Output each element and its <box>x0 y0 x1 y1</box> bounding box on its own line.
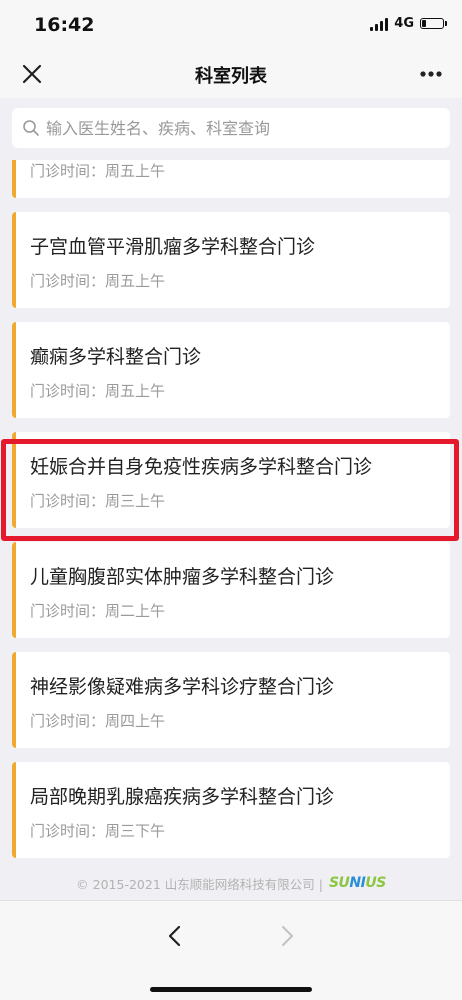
department-name: 神经影像疑难病多学科诊疗整合门诊 <box>30 676 335 698</box>
status-time: 16:42 <box>34 14 95 36</box>
department-name: 妊娠合并自身免疫性疾病多学科整合门诊 <box>30 456 373 478</box>
signal-icon <box>370 17 389 31</box>
chevron-left-icon[interactable] <box>160 921 190 951</box>
home-indicator <box>150 987 312 992</box>
clinic-time: 门诊时间：周五上午 <box>30 162 166 180</box>
footer: © 2015-2021 山东顺能网络科技有限公司 | SUNIUS <box>0 868 462 898</box>
department-card[interactable]: 门诊时间：周五上午 <box>12 160 450 198</box>
more-icon[interactable] <box>416 60 446 88</box>
network-type: 4G <box>394 16 414 31</box>
sunius-logo: SUNIUS <box>328 875 386 891</box>
clinic-time: 门诊时间：周五上午 <box>30 382 166 400</box>
department-list[interactable]: 门诊时间：周五上午 子宫血管平滑肌瘤多学科整合门诊 门诊时间：周五上午 癫痫多学… <box>0 160 462 865</box>
department-card[interactable]: 子宫血管平滑肌瘤多学科整合门诊 门诊时间：周五上午 <box>12 212 450 308</box>
nav-bar: 科室列表 <box>0 50 462 98</box>
clinic-time: 门诊时间：周三下午 <box>30 822 166 840</box>
clinic-time: 门诊时间：周四上午 <box>30 712 166 730</box>
clinic-time: 门诊时间：周三上午 <box>30 492 166 510</box>
search-input[interactable] <box>46 118 450 138</box>
copyright-text: © 2015-2021 山东顺能网络科技有限公司 | <box>76 876 323 892</box>
clinic-time: 门诊时间：周二上午 <box>30 602 166 620</box>
battery-level <box>422 20 426 27</box>
status-indicators: 4G <box>370 16 447 31</box>
search-bar <box>0 98 462 160</box>
battery-icon <box>420 18 447 29</box>
department-card[interactable]: 妊娠合并自身免疫性疾病多学科整合门诊 门诊时间：周三上午 <box>12 432 450 528</box>
page-title: 科室列表 <box>195 66 267 87</box>
clinic-time: 门诊时间：周五上午 <box>30 272 166 290</box>
search-box[interactable] <box>12 108 450 148</box>
department-name: 局部晚期乳腺癌疾病多学科整合门诊 <box>30 786 335 808</box>
department-name: 癫痫多学科整合门诊 <box>30 346 202 368</box>
department-card[interactable]: 癫痫多学科整合门诊 门诊时间：周五上午 <box>12 322 450 418</box>
search-icon <box>23 120 39 136</box>
department-card[interactable]: 局部晚期乳腺癌疾病多学科整合门诊 门诊时间：周三下午 <box>12 762 450 858</box>
department-name: 儿童胸腹部实体肿瘤多学科整合门诊 <box>30 566 335 588</box>
chevron-right-icon[interactable] <box>272 921 302 951</box>
browser-toolbar <box>0 900 462 1000</box>
status-bar: 16:42 4G <box>0 0 462 50</box>
department-list-content: 门诊时间：周五上午 子宫血管平滑肌瘤多学科整合门诊 门诊时间：周五上午 癫痫多学… <box>0 160 462 865</box>
department-card[interactable]: 神经影像疑难病多学科诊疗整合门诊 门诊时间：周四上午 <box>12 652 450 748</box>
department-name: 子宫血管平滑肌瘤多学科整合门诊 <box>30 236 316 258</box>
department-card[interactable]: 儿童胸腹部实体肿瘤多学科整合门诊 门诊时间：周二上午 <box>12 542 450 638</box>
